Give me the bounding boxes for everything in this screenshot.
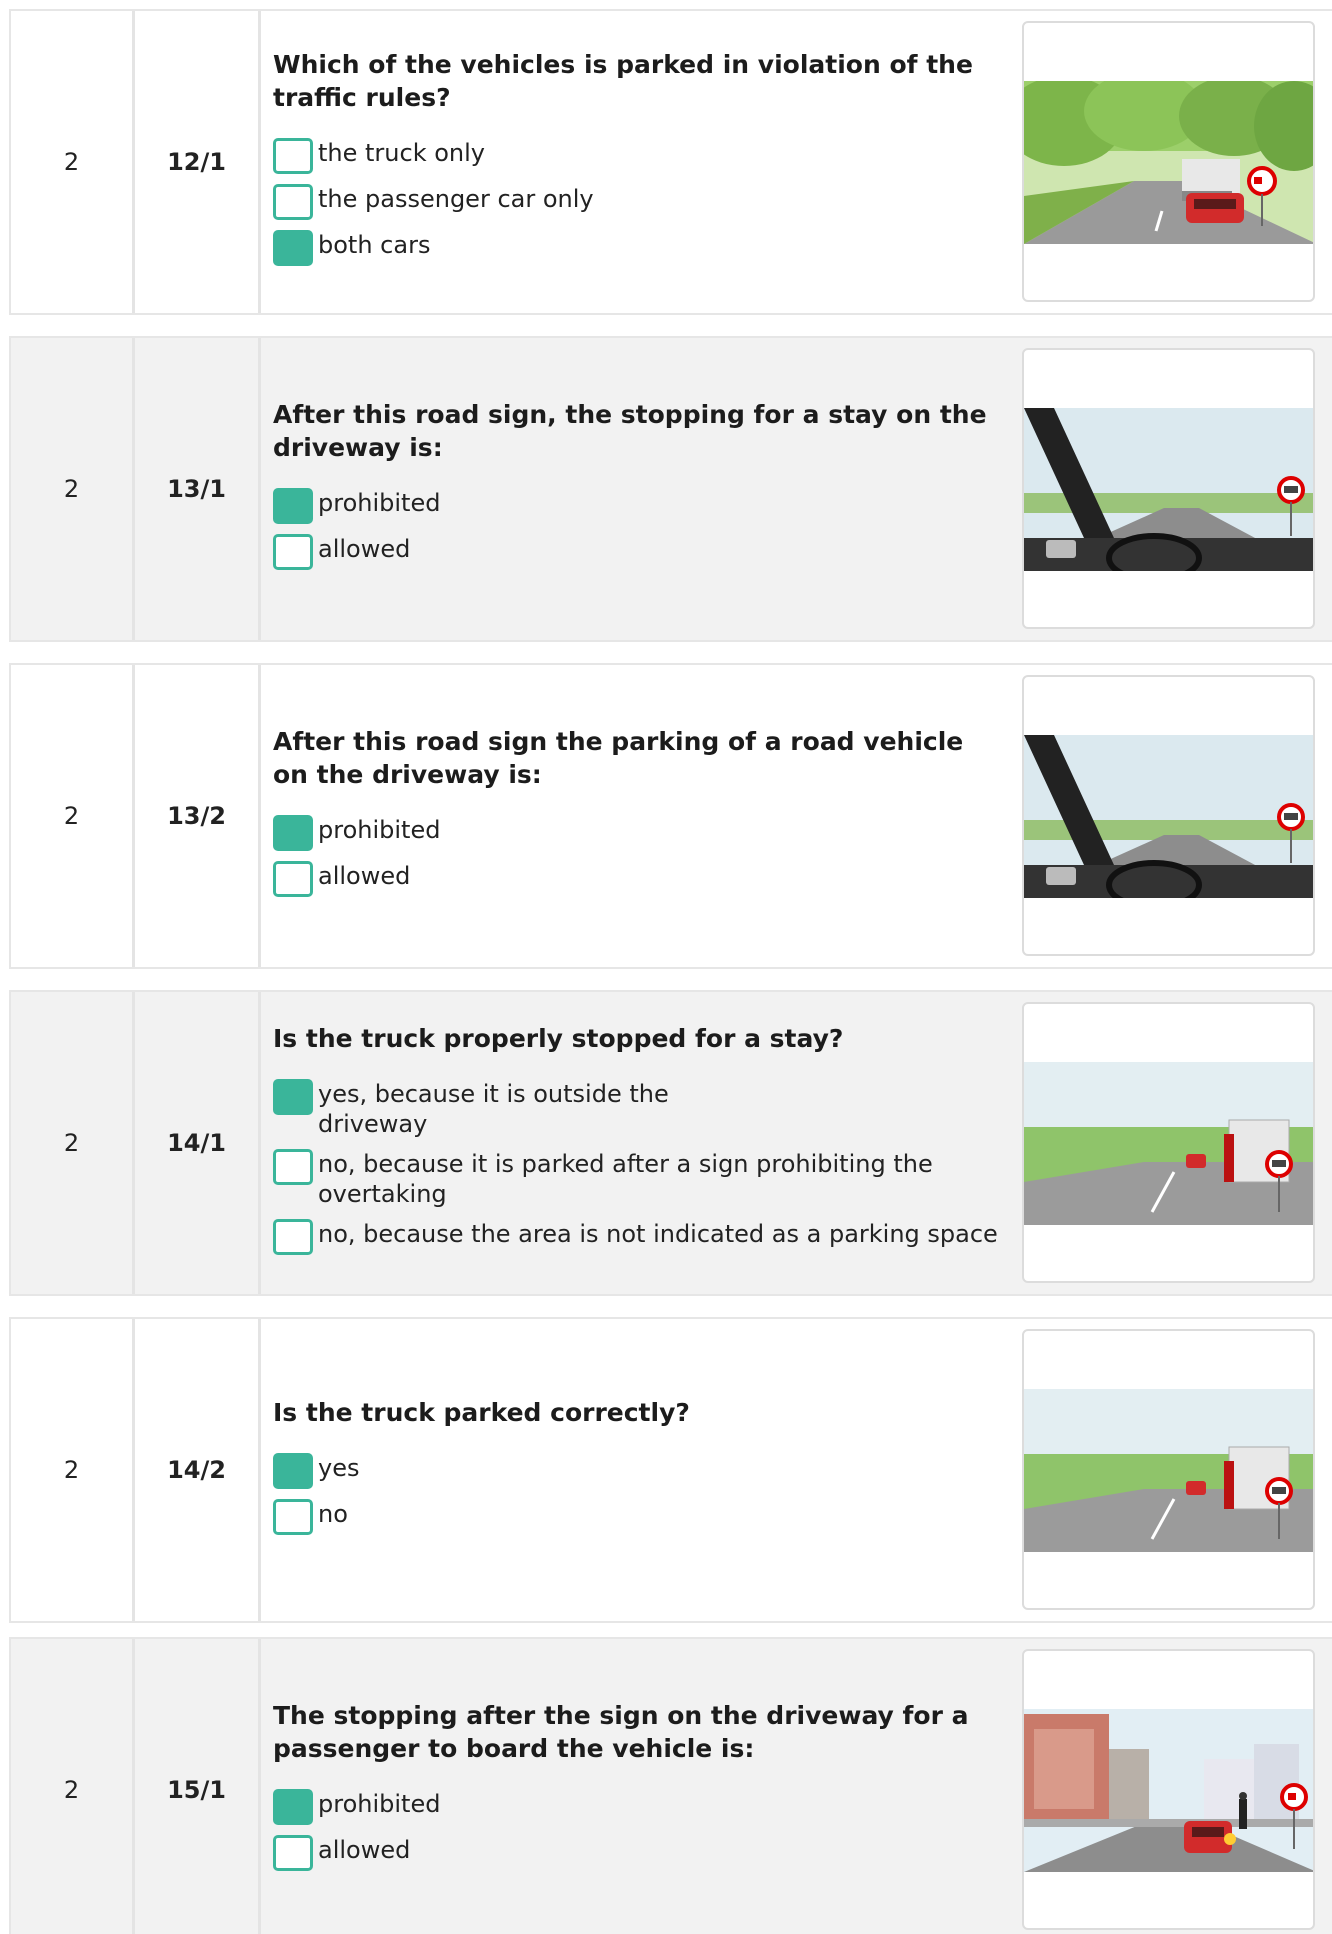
answer-option[interactable]: prohibited	[273, 815, 1013, 851]
answer-option[interactable]: allowed	[273, 1835, 1013, 1871]
roadside-truck-image	[1024, 1062, 1313, 1225]
answer-checkbox[interactable]	[273, 1148, 313, 1185]
question-number: 14/1	[167, 1129, 226, 1157]
question-content: After this road sign, the stopping for a…	[273, 338, 1013, 640]
question-number-cell: 12/1	[135, 11, 261, 313]
answer-checkbox[interactable]	[273, 1218, 313, 1255]
question-content: The stopping after the sign on the drive…	[273, 1639, 1013, 1934]
answer-option[interactable]: both cars	[273, 230, 1013, 266]
answer-checkbox-checked[interactable]	[273, 1789, 313, 1825]
answer-checkbox-checked[interactable]	[273, 230, 313, 266]
points-value: 2	[63, 148, 80, 176]
answer-text: no, because it is parked after a sign pr…	[318, 1149, 933, 1208]
points-cell: 2	[11, 665, 135, 967]
answer-option[interactable]: the truck only	[273, 138, 1013, 174]
answer-option[interactable]: allowed	[273, 534, 1013, 570]
answer-text: both cars	[318, 231, 431, 259]
driver-view-road-image	[1024, 408, 1313, 571]
answer-text: no	[318, 1499, 348, 1528]
points-value: 2	[63, 1129, 80, 1157]
roadside-truck-image	[1024, 1389, 1313, 1552]
question-number-cell: 14/2	[135, 1319, 261, 1621]
question-image	[1022, 348, 1315, 629]
answer-checkbox-checked[interactable]	[273, 1452, 313, 1489]
answer-checkbox-checked[interactable]	[273, 1078, 313, 1115]
question-number: 13/2	[167, 802, 226, 830]
points-value: 2	[63, 802, 80, 830]
points-cell: 2	[11, 992, 135, 1294]
answer-text: allowed	[318, 1836, 411, 1864]
answer-text: prohibited	[318, 816, 441, 844]
answer-text: allowed	[318, 535, 411, 563]
question-number-cell: 15/1	[135, 1639, 261, 1934]
question-image	[1022, 675, 1315, 956]
points-value: 2	[63, 1776, 80, 1804]
question-number-cell: 13/2	[135, 665, 261, 967]
question-number-cell: 14/1	[135, 992, 261, 1294]
answer-text: the truck only	[318, 139, 485, 167]
question-content: Is the truck parked correctly? yes no	[273, 1319, 1013, 1621]
answer-text: no, because the area is not indicated as…	[318, 1219, 998, 1248]
answer-option[interactable]: the passenger car only	[273, 184, 1013, 220]
answer-text: prohibited	[318, 1790, 441, 1818]
answer-option[interactable]: allowed	[273, 861, 1013, 897]
question-number-cell: 13/1	[135, 338, 261, 640]
answer-checkbox[interactable]	[273, 1835, 313, 1871]
tree-lined-road-image	[1024, 81, 1313, 244]
answer-option[interactable]: no, because it is parked after a sign pr…	[273, 1148, 1013, 1209]
answer-checkbox[interactable]	[273, 861, 313, 897]
driver-view-road-image	[1024, 735, 1313, 898]
question-row: 2 13/2 After this road sign the parking …	[9, 663, 1332, 969]
points-value: 2	[63, 1456, 80, 1484]
points-value: 2	[63, 475, 80, 503]
question-text: The stopping after the sign on the drive…	[273, 1701, 969, 1763]
question-row: 2 14/1 Is the truck properly stopped for…	[9, 990, 1332, 1296]
city-street-image	[1024, 1709, 1313, 1872]
answer-option[interactable]: prohibited	[273, 488, 1013, 524]
answer-checkbox-checked[interactable]	[273, 815, 313, 851]
question-row: 2 15/1 The stopping after the sign on th…	[9, 1637, 1332, 1934]
answer-text: the passenger car only	[318, 185, 594, 213]
points-cell: 2	[11, 1319, 135, 1621]
answer-checkbox[interactable]	[273, 138, 313, 174]
question-image	[1022, 1649, 1315, 1930]
points-cell: 2	[11, 338, 135, 640]
question-text: After this road sign, the stopping for a…	[273, 400, 987, 462]
answer-text: yes	[318, 1453, 360, 1482]
answer-text: allowed	[318, 862, 411, 890]
question-number: 12/1	[167, 148, 226, 176]
question-content: Which of the vehicles is parked in viola…	[273, 11, 1013, 313]
answer-checkbox[interactable]	[273, 1498, 313, 1535]
answer-checkbox-checked[interactable]	[273, 488, 313, 524]
answer-text: yes, because it is outside the driveway	[318, 1079, 669, 1138]
answer-checkbox[interactable]	[273, 184, 313, 220]
points-cell: 2	[11, 1639, 135, 1934]
question-image	[1022, 1329, 1315, 1610]
question-text: Which of the vehicles is parked in viola…	[273, 50, 973, 112]
question-row: 2 12/1 Which of the vehicles is parked i…	[9, 9, 1332, 315]
question-number: 14/2	[167, 1456, 226, 1484]
answer-option[interactable]: no, because the area is not indicated as…	[273, 1218, 1013, 1255]
answer-option[interactable]: no	[273, 1498, 1013, 1535]
question-image	[1022, 1002, 1315, 1283]
answer-option[interactable]: yes, because it is outside the driveway	[273, 1078, 1013, 1139]
answer-checkbox[interactable]	[273, 534, 313, 570]
answer-option[interactable]: yes	[273, 1452, 1013, 1489]
answer-option[interactable]: prohibited	[273, 1789, 1013, 1825]
question-content: Is the truck properly stopped for a stay…	[273, 992, 1013, 1294]
question-row: 2 14/2 Is the truck parked correctly? ye…	[9, 1317, 1332, 1623]
question-text: Is the truck properly stopped for a stay…	[273, 1023, 844, 1053]
question-number: 15/1	[167, 1776, 226, 1804]
question-content: After this road sign the parking of a ro…	[273, 665, 1013, 967]
question-image	[1022, 21, 1315, 302]
question-text: Is the truck parked correctly?	[273, 1397, 690, 1427]
answer-text: prohibited	[318, 489, 441, 517]
question-row: 2 13/1 After this road sign, the stoppin…	[9, 336, 1332, 642]
points-cell: 2	[11, 11, 135, 313]
question-text: After this road sign the parking of a ro…	[273, 727, 964, 789]
question-number: 13/1	[167, 475, 226, 503]
